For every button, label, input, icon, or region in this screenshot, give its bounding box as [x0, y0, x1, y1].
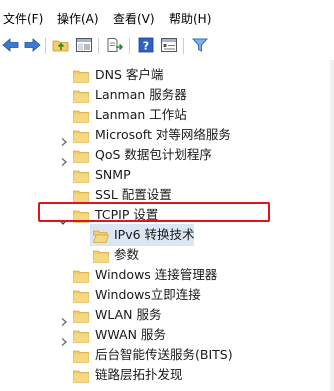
help-icon[interactable]: ? — [135, 34, 157, 56]
menu-bar: 文件(F) 操作(A) 查看(V) 帮助(H) — [0, 0, 334, 30]
folder-icon — [73, 108, 89, 123]
tree-item-lanman-workstation[interactable]: Lanman 工作站 — [0, 104, 330, 126]
menu-help[interactable]: 帮助(H) — [169, 11, 211, 27]
folder-icon — [73, 68, 89, 83]
scrollbar-track[interactable] — [330, 60, 334, 391]
folder-icon — [73, 308, 89, 323]
toolbar: ? — [0, 30, 334, 60]
tree-item-label: SNMP — [95, 167, 131, 182]
tree-item-wlan-service[interactable]: WLAN 服务 — [0, 304, 330, 326]
folder-icon — [93, 248, 109, 263]
tree-item-label: Microsoft 对等网络服务 — [95, 127, 231, 142]
tree-item-parameters[interactable]: 参数 — [0, 244, 330, 266]
folder-icon — [73, 268, 89, 283]
toolbar-separator — [98, 38, 99, 54]
tree-item-label: WLAN 服务 — [95, 307, 162, 322]
tree-item-label: QoS 数据包计划程序 — [95, 147, 212, 162]
folder-icon — [73, 168, 89, 183]
tree-item-label: Lanman 服务器 — [95, 87, 187, 102]
filter-icon[interactable] — [189, 34, 211, 56]
tree-item-wwan-service[interactable]: WWAN 服务 — [0, 324, 330, 346]
forward-icon[interactable] — [21, 34, 43, 56]
tree-item-label: Windows 连接管理器 — [95, 267, 218, 282]
menu-view[interactable]: 查看(V) — [113, 11, 155, 27]
tree-view: DNS 客户端 Lanman 服务器 Lanman 工作站 Microsoft … — [0, 60, 334, 391]
back-icon[interactable] — [0, 34, 22, 56]
chevron-right-icon[interactable] — [60, 151, 68, 166]
tree-item-label: Lanman 工作站 — [95, 107, 187, 122]
folder-icon — [73, 328, 89, 343]
show-hide-tree-icon[interactable] — [73, 34, 95, 56]
tree-item-label: SSL 配置设置 — [95, 187, 172, 202]
tree-item-microsoft-p2p[interactable]: Microsoft 对等网络服务 — [0, 124, 330, 146]
tree-item-windows-connection-manager[interactable]: Windows 连接管理器 — [0, 264, 330, 286]
folder-icon — [73, 288, 89, 303]
folder-icon — [73, 188, 89, 203]
chevron-right-icon[interactable] — [60, 331, 68, 346]
tree-item-label: IPv6 转换技术 — [114, 227, 195, 242]
tree-item-lanman-server[interactable]: Lanman 服务器 — [0, 84, 330, 106]
annotation-highlight-box — [38, 202, 270, 222]
tree-item-label: 链路层拓扑发现 — [95, 367, 183, 382]
properties-icon[interactable] — [158, 34, 180, 56]
toolbar-separator — [45, 38, 46, 54]
tree-item-snmp[interactable]: SNMP — [0, 164, 330, 186]
tree-item-qos[interactable]: QoS 数据包计划程序 — [0, 144, 330, 166]
chevron-right-icon[interactable] — [60, 311, 68, 326]
tree-item-label: DNS 客户端 — [95, 67, 164, 82]
tree-item-link-layer-topology[interactable]: 链路层拓扑发现 — [0, 364, 330, 386]
export-list-icon[interactable] — [104, 34, 126, 56]
menu-file[interactable]: 文件(F) — [3, 11, 43, 27]
menu-action[interactable]: 操作(A) — [57, 11, 99, 27]
tree-item-label: 后台智能传送服务(BITS) — [95, 347, 233, 362]
tree-item-ipv6-transition[interactable]: IPv6 转换技术 — [0, 224, 330, 246]
up-folder-icon[interactable] — [50, 34, 72, 56]
svg-text:?: ? — [143, 40, 149, 53]
tree-item-dns-client[interactable]: DNS 客户端 — [0, 64, 330, 86]
folder-icon — [73, 368, 89, 383]
folder-open-icon — [92, 228, 110, 243]
tree-item-windows-connect-now[interactable]: Windows立即连接 — [0, 284, 330, 306]
tree-item-label: WWAN 服务 — [95, 327, 166, 342]
toolbar-separator — [183, 38, 184, 54]
folder-icon — [73, 348, 89, 363]
tree-item-bits[interactable]: 后台智能传送服务(BITS) — [0, 344, 330, 366]
tree-item-label: Windows立即连接 — [95, 287, 201, 302]
tree-item-label: 参数 — [114, 247, 140, 262]
folder-icon — [73, 148, 89, 163]
folder-icon — [73, 128, 89, 143]
folder-icon — [73, 88, 89, 103]
chevron-right-icon[interactable] — [60, 131, 68, 146]
toolbar-separator — [129, 38, 130, 54]
